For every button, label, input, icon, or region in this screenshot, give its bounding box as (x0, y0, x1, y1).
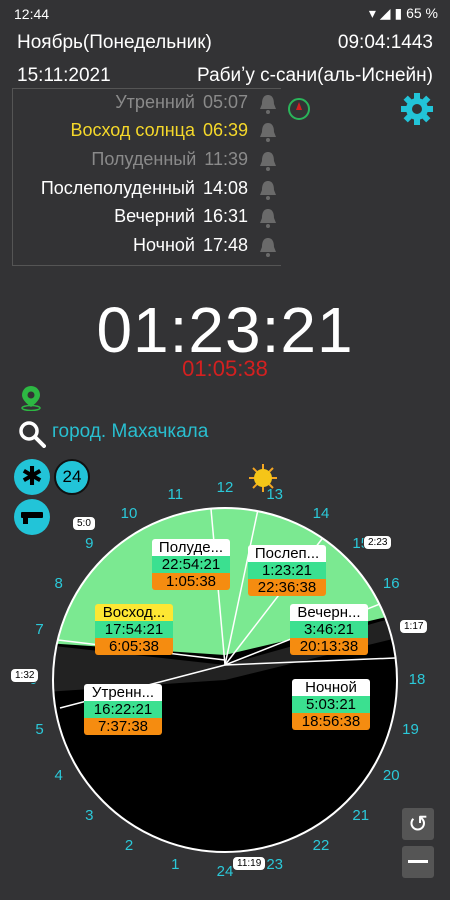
prayer-card-elapsed: 22:54:21 (152, 556, 230, 573)
prayer-card-remaining: 20:13:38 (290, 638, 368, 655)
prayer-time: 16:31 (202, 206, 248, 226)
dial-hour-label: 3 (85, 806, 94, 824)
dial-hour-label: 19 (402, 720, 419, 738)
prayer-card-remaining: 1:05:38 (152, 573, 230, 590)
prayer-card-remaining: 7:37:38 (84, 718, 162, 735)
prayer-card[interactable]: Послеп... 1:23:21 22:36:38 (248, 545, 326, 596)
dial-time-label: 11:19 (232, 856, 267, 871)
prayer-card-title: Ночной (292, 679, 370, 696)
refresh-button[interactable]: ↺ (402, 808, 434, 840)
bell-icon[interactable] (258, 150, 278, 177)
prayer-dial (52, 507, 398, 853)
prayer-name: Послеполуденный (40, 178, 195, 198)
prayer-card-title: Вечерн... (290, 604, 368, 621)
prayer-card[interactable]: Восход... 17:54:21 6:05:38 (95, 604, 173, 655)
prayer-card-title: Послеп... (248, 545, 326, 562)
prayer-card-title: Восход... (95, 604, 173, 621)
dial-time-label: 1:17 (399, 619, 429, 634)
month-day: Ноябрь(Понедельник) (17, 32, 212, 53)
prayer-row[interactable]: Ночной 17:48 (133, 235, 248, 256)
prayer-row[interactable]: Полуденный 11:39 (91, 149, 248, 170)
dial-hour-label: 16 (382, 575, 400, 592)
prayer-time: 06:39 (202, 120, 248, 140)
settings-gear-icon[interactable] (400, 92, 434, 126)
dial-hour-label: 2 (124, 837, 134, 855)
status-bar: 12:44 ▾ ◢ ▮ 65 % (0, 0, 450, 28)
prayer-card-remaining: 6:05:38 (95, 638, 173, 655)
dial-hour-label: 13 (266, 485, 284, 503)
prayer-row[interactable]: Утренний 05:07 (115, 92, 248, 113)
wifi-icon: ▾ (368, 5, 376, 21)
dial-time-label: 2:23 (363, 535, 393, 550)
dial-time-label: 1:32 (10, 668, 40, 683)
dial-time-label: 5:0 (72, 516, 96, 531)
dial-hour-label: 14 (312, 504, 330, 522)
dial-hour-label: 11 (167, 485, 184, 503)
prayer-name: Полуденный (91, 149, 197, 169)
prayer-name: Восход солнца (70, 120, 195, 140)
prayer-name: Ночной (132, 235, 195, 255)
dial-hour-label: 23 (266, 856, 284, 874)
city-name[interactable]: город. Махачкала (52, 421, 208, 443)
prayer-time: 14:08 (202, 178, 248, 198)
dial-hour-label: 21 (352, 806, 370, 824)
prayer-time: 05:07 (202, 92, 248, 112)
gregorian-date: 15:11:2021 (17, 65, 111, 86)
dial-hour-label: 5 (35, 720, 44, 738)
prayer-card-remaining: 18:56:38 (292, 713, 370, 730)
status-icons: ▾ ◢ ▮ 65 % (369, 5, 438, 22)
dial-hour-label: 9 (85, 535, 94, 553)
prayer-card-elapsed: 16:22:21 (84, 701, 162, 718)
bell-icon[interactable] (258, 207, 278, 234)
dial-hour-label: 10 (120, 504, 138, 522)
prayer-time: 17:48 (202, 235, 248, 255)
dial-hour-label: 8 (54, 575, 63, 592)
status-time: 12:44 (14, 6, 50, 22)
prayer-card[interactable]: Ночной 5:03:21 18:56:38 (292, 679, 370, 730)
minus-button[interactable] (402, 846, 434, 878)
dial-hour-label: 12 (216, 479, 234, 496)
dial-hour-label: 18 (408, 671, 426, 688)
prayer-name: Вечерний (114, 206, 195, 226)
dial-hour-label: 22 (312, 837, 330, 855)
battery-icon: ▮ (394, 5, 403, 21)
bell-icon[interactable] (258, 121, 278, 148)
prayer-row[interactable]: Послеполуденный 14:08 (41, 178, 248, 199)
prayer-card-elapsed: 1:23:21 (248, 562, 326, 579)
refresh-icon: ↺ (407, 811, 429, 838)
qibla-compass-icon[interactable] (288, 98, 310, 120)
dial-hour-label: 1 (171, 856, 180, 874)
signal-icon: ◢ (379, 5, 391, 21)
hijri-date: Рабиʼу с-сани(аль-Иснейн) (197, 65, 433, 86)
minus-icon (408, 860, 428, 863)
location-pin-icon[interactable] (20, 385, 42, 412)
prayer-card-elapsed: 17:54:21 (95, 621, 173, 638)
prayer-name: Утренний (115, 92, 195, 112)
dial-hour-label: 7 (35, 621, 44, 639)
prayer-time: 11:39 (204, 149, 248, 169)
header-clock: 09:04:1443 (337, 32, 433, 53)
prayer-card-elapsed: 3:46:21 (290, 621, 368, 638)
prayer-card-title: Полуде... (152, 539, 230, 556)
bell-icon[interactable] (258, 236, 278, 263)
dial-hour-label: 20 (382, 767, 400, 784)
prayer-card[interactable]: Вечерн... 3:46:21 20:13:38 (290, 604, 368, 655)
search-icon[interactable] (18, 420, 46, 448)
prayer-card[interactable]: Утренн... 16:22:21 7:37:38 (84, 684, 162, 735)
prayer-row[interactable]: Восход солнца 06:39 (70, 120, 248, 141)
prayer-card-title: Утренн... (84, 684, 162, 701)
prayer-card-elapsed: 5:03:21 (292, 696, 370, 713)
battery-percent: 65 % (406, 5, 438, 21)
prayer-card-remaining: 22:36:38 (248, 579, 326, 596)
prayer-row[interactable]: Вечерний 16:31 (114, 206, 248, 227)
prayer-card[interactable]: Полуде... 22:54:21 1:05:38 (152, 539, 230, 590)
dial-hour-label: 4 (54, 767, 63, 784)
countdown-secondary: 01:05:38 (182, 356, 268, 381)
bell-icon[interactable] (258, 179, 278, 206)
bell-icon[interactable] (258, 93, 278, 120)
